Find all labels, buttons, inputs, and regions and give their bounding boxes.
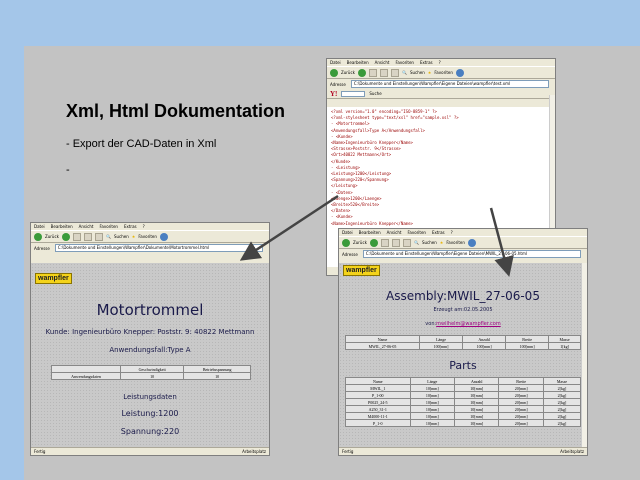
arrows-overlay (239, 194, 514, 277)
arrow-to-assembly (489, 207, 514, 277)
arrow-to-html (239, 194, 339, 261)
